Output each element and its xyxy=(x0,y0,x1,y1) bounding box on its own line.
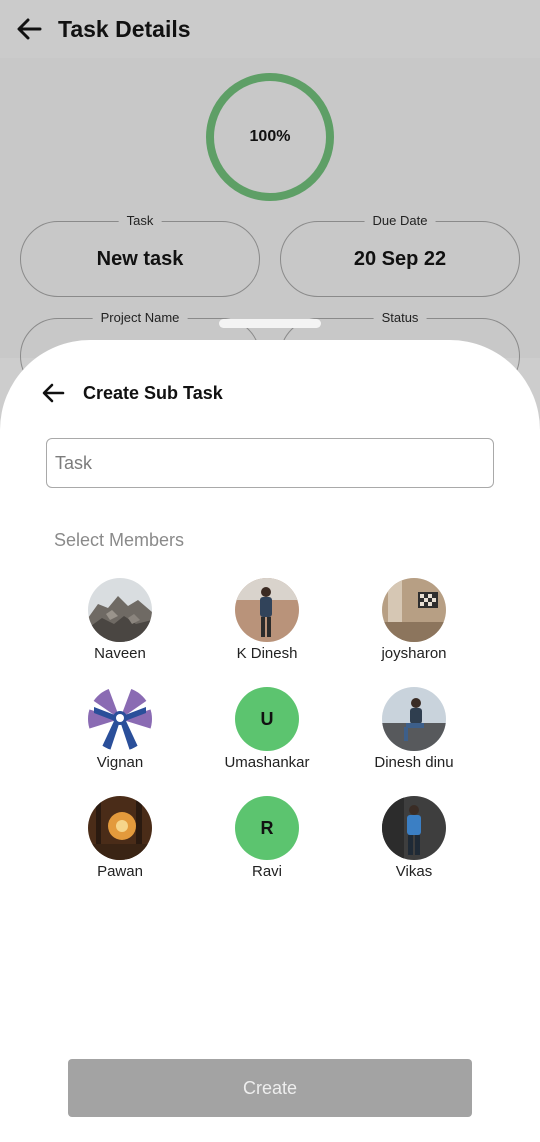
initial-avatar: R xyxy=(235,796,299,860)
app-bar: Task Details xyxy=(0,0,540,58)
member-vikas[interactable]: Vikas xyxy=(349,796,479,880)
create-button[interactable]: Create xyxy=(68,1059,472,1117)
sheet-back-arrow-icon[interactable] xyxy=(40,380,66,406)
progress-ring: 100% xyxy=(206,73,334,201)
avatar-initial: R xyxy=(260,817,274,838)
member-name: K Dinesh xyxy=(236,645,298,662)
member-name: Dinesh dinu xyxy=(374,754,454,771)
member-name: joysharon xyxy=(381,645,447,662)
due-date-field: Due Date 20 Sep 22 xyxy=(280,213,520,297)
sheet-drag-handle[interactable] xyxy=(219,319,321,328)
member-name: Vignan xyxy=(96,754,144,771)
member-name: Pawan xyxy=(97,863,143,880)
avatar xyxy=(382,796,446,860)
member-name: Naveen xyxy=(94,645,146,662)
avatar xyxy=(382,578,446,642)
member-k-dinesh[interactable]: K Dinesh xyxy=(202,578,332,662)
avatar xyxy=(235,578,299,642)
member-naveen[interactable]: Naveen xyxy=(55,578,185,662)
avatar-initial: U xyxy=(260,708,274,729)
initial-avatar: U xyxy=(235,687,299,751)
task-input[interactable] xyxy=(46,438,494,488)
sheet-title: Create Sub Task xyxy=(83,383,223,403)
due-date-label: Due Date xyxy=(364,213,436,228)
member-ravi[interactable]: R Ravi xyxy=(202,796,332,880)
member-name: Vikas xyxy=(395,863,433,880)
task-field: Task New task xyxy=(20,213,260,297)
create-sub-task-sheet: Create Sub Task Select Members Naveen xyxy=(0,340,540,1142)
back-arrow-icon[interactable] xyxy=(14,14,44,44)
member-umashankar[interactable]: U Umashankar xyxy=(202,687,332,771)
avatar xyxy=(88,578,152,642)
member-joysharon[interactable]: joysharon xyxy=(349,578,479,662)
select-members-label: Select Members xyxy=(54,530,185,550)
vignan-logo xyxy=(88,687,152,751)
member-dinesh-dinu[interactable]: Dinesh dinu xyxy=(349,687,479,771)
avatar xyxy=(382,687,446,751)
task-field-value: New task xyxy=(96,247,184,270)
task-field-label: Task xyxy=(118,213,162,228)
page-title: Task Details xyxy=(58,16,191,42)
member-name: Ravi xyxy=(251,863,282,880)
due-date-value: 20 Sep 22 xyxy=(353,247,447,270)
status-label: Status xyxy=(373,310,427,325)
project-name-label: Project Name xyxy=(92,310,188,325)
member-name: Umashankar xyxy=(224,754,310,771)
avatar xyxy=(88,796,152,860)
progress-value: 100% xyxy=(249,128,291,145)
member-vignan[interactable]: Vignan xyxy=(55,687,185,771)
member-pawan[interactable]: Pawan xyxy=(55,796,185,880)
